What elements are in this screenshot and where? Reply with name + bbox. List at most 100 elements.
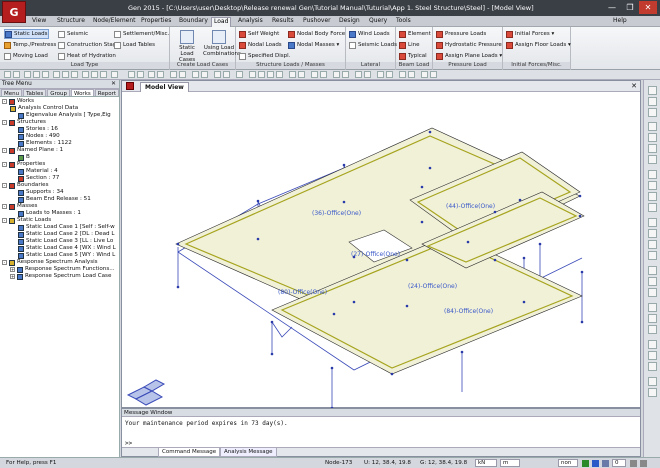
- tab-report[interactable]: Report: [94, 89, 119, 97]
- tree-node[interactable]: + Response Spectrum Functions...: [10, 266, 115, 273]
- collapse-icon[interactable]: -: [2, 183, 7, 188]
- specified-displ-button[interactable]: Specified Displ.: [239, 51, 290, 61]
- tab-analysis[interactable]: Analysis: [236, 17, 265, 27]
- tree-node[interactable]: - Named Plane : 1: [2, 147, 63, 154]
- node-icon[interactable]: [128, 71, 135, 78]
- select-polygon-icon[interactable]: [648, 240, 657, 249]
- snap-icon[interactable]: [223, 71, 230, 78]
- tab-command-message[interactable]: Command Message: [158, 448, 221, 457]
- length-unit-select[interactable]: m: [500, 459, 520, 467]
- nodal-masses-button[interactable]: Nodal Masses ▾: [288, 40, 339, 50]
- tree-node[interactable]: + Response Spectrum Load Case: [10, 273, 111, 280]
- tab-view[interactable]: View: [30, 17, 48, 27]
- tree-node[interactable]: Loads to Masses : 1: [18, 210, 81, 217]
- measure-icon[interactable]: [648, 377, 657, 386]
- hidden-icon[interactable]: [157, 71, 164, 78]
- tab-structure[interactable]: Structure: [55, 17, 87, 27]
- tab-pushover[interactable]: Pushover: [301, 17, 333, 27]
- zoom-level[interactable]: 0: [612, 459, 626, 467]
- merge-icon[interactable]: [298, 71, 305, 78]
- inactivate-icon[interactable]: [201, 71, 208, 78]
- collapse-icon[interactable]: -: [2, 260, 7, 265]
- seismic-loads-button[interactable]: Seismic Loads: [349, 40, 397, 50]
- status-grid-icon[interactable]: [602, 460, 609, 467]
- tree-node[interactable]: - Static Loads: [2, 217, 51, 224]
- intersect-icon[interactable]: [320, 71, 327, 78]
- static-load-cases-button[interactable]: Static Load Cases: [172, 30, 202, 63]
- hydrostatic-pressure-button[interactable]: Hydrostatic Pressure: [436, 40, 502, 50]
- tab-model-view[interactable]: Model View: [140, 82, 189, 92]
- view-point-icon[interactable]: [648, 86, 657, 95]
- zoom-fit-icon[interactable]: [53, 71, 60, 78]
- iso-view-icon[interactable]: [82, 71, 89, 78]
- model-canvas[interactable]: (36)-Office(One) (44)-Office(One) (27)-O…: [122, 92, 640, 408]
- none-select[interactable]: non: [558, 459, 578, 467]
- load-icon[interactable]: [377, 71, 384, 78]
- activate-icon[interactable]: [648, 266, 657, 275]
- copy-icon[interactable]: [249, 71, 256, 78]
- load-combinations-button[interactable]: Using Load Combinations: [203, 30, 241, 60]
- collapse-icon[interactable]: -: [2, 162, 7, 167]
- tree-node[interactable]: Eigenvalue Analysis [ Type,Eig: [18, 112, 111, 119]
- tab-query[interactable]: Query: [367, 17, 389, 27]
- left-view-icon[interactable]: [648, 192, 657, 201]
- expand-icon[interactable]: +: [10, 267, 15, 272]
- element-icon[interactable]: [137, 71, 144, 78]
- tab-boundary[interactable]: Boundary: [177, 17, 210, 27]
- close-icon[interactable]: ✕: [111, 80, 116, 89]
- tree-node[interactable]: Static Load Case 4 [WX : Wind L: [18, 245, 116, 252]
- pan-icon[interactable]: [71, 71, 78, 78]
- select-window-icon[interactable]: [648, 229, 657, 238]
- undo-icon[interactable]: [4, 71, 11, 78]
- redraw-icon[interactable]: [648, 388, 657, 397]
- collapse-icon[interactable]: -: [2, 99, 7, 104]
- zoom-out-icon[interactable]: [648, 133, 657, 142]
- force-unit-select[interactable]: kN: [475, 459, 497, 467]
- tab-tables[interactable]: Tables: [23, 89, 47, 97]
- analysis-icon[interactable]: [386, 71, 393, 78]
- element-beam-load-button[interactable]: Element: [399, 29, 431, 39]
- pan-icon[interactable]: [648, 155, 657, 164]
- display-option-icon[interactable]: [648, 325, 657, 334]
- command-prompt[interactable]: >>: [125, 440, 132, 447]
- tab-analysis-message[interactable]: Analysis Message: [220, 448, 277, 457]
- help-menu[interactable]: Help: [611, 17, 629, 27]
- status-green-icon[interactable]: [582, 460, 589, 467]
- redo-icon[interactable]: [13, 71, 20, 78]
- tab-group[interactable]: Group: [47, 89, 70, 97]
- tab-menu[interactable]: Menu: [1, 89, 23, 97]
- status-blue-icon[interactable]: [592, 460, 599, 467]
- perspective-icon[interactable]: [179, 71, 186, 78]
- tree-node[interactable]: - Structures: [2, 119, 46, 126]
- unselect-icon[interactable]: [648, 251, 657, 260]
- activate-icon[interactable]: [192, 71, 199, 78]
- collapse-icon[interactable]: -: [2, 148, 7, 153]
- settlement-button[interactable]: Settlement/Misc.: [114, 29, 169, 39]
- tab-tools[interactable]: Tools: [394, 17, 413, 27]
- tree-node[interactable]: Beam End Release : 51: [18, 196, 91, 203]
- assign-floor-loads-button[interactable]: Assign Floor Loads ▾: [506, 40, 571, 50]
- close-button[interactable]: ✕: [639, 1, 657, 14]
- tree-node[interactable]: Analysis Control Data: [10, 105, 78, 112]
- wind-loads-button[interactable]: Wind Loads: [349, 29, 390, 39]
- inactivate-icon[interactable]: [648, 277, 657, 286]
- tab-load[interactable]: Load: [211, 17, 232, 27]
- load-tables-button[interactable]: Load Tables: [114, 40, 155, 50]
- tree-node[interactable]: Supports : 34: [18, 189, 64, 196]
- status-option-icon[interactable]: [630, 460, 637, 467]
- render-icon[interactable]: [648, 362, 657, 371]
- tree-node[interactable]: Material : 4: [18, 168, 58, 175]
- expand-icon[interactable]: +: [10, 274, 15, 279]
- front-view-icon[interactable]: [100, 71, 107, 78]
- zoom-in-icon[interactable]: [648, 122, 657, 131]
- initial-forces-button[interactable]: Initial Forces ▾: [506, 29, 554, 39]
- tab-design[interactable]: Design: [337, 17, 362, 27]
- rotate-left-icon[interactable]: [648, 97, 657, 106]
- results-icon[interactable]: [399, 71, 406, 78]
- tab-results[interactable]: Results: [270, 17, 296, 27]
- tree-node[interactable]: - Masses: [2, 203, 37, 210]
- display-icon[interactable]: [148, 71, 155, 78]
- active-all-icon[interactable]: [648, 288, 657, 297]
- measure-icon[interactable]: [236, 71, 243, 78]
- shade-icon[interactable]: [648, 351, 657, 360]
